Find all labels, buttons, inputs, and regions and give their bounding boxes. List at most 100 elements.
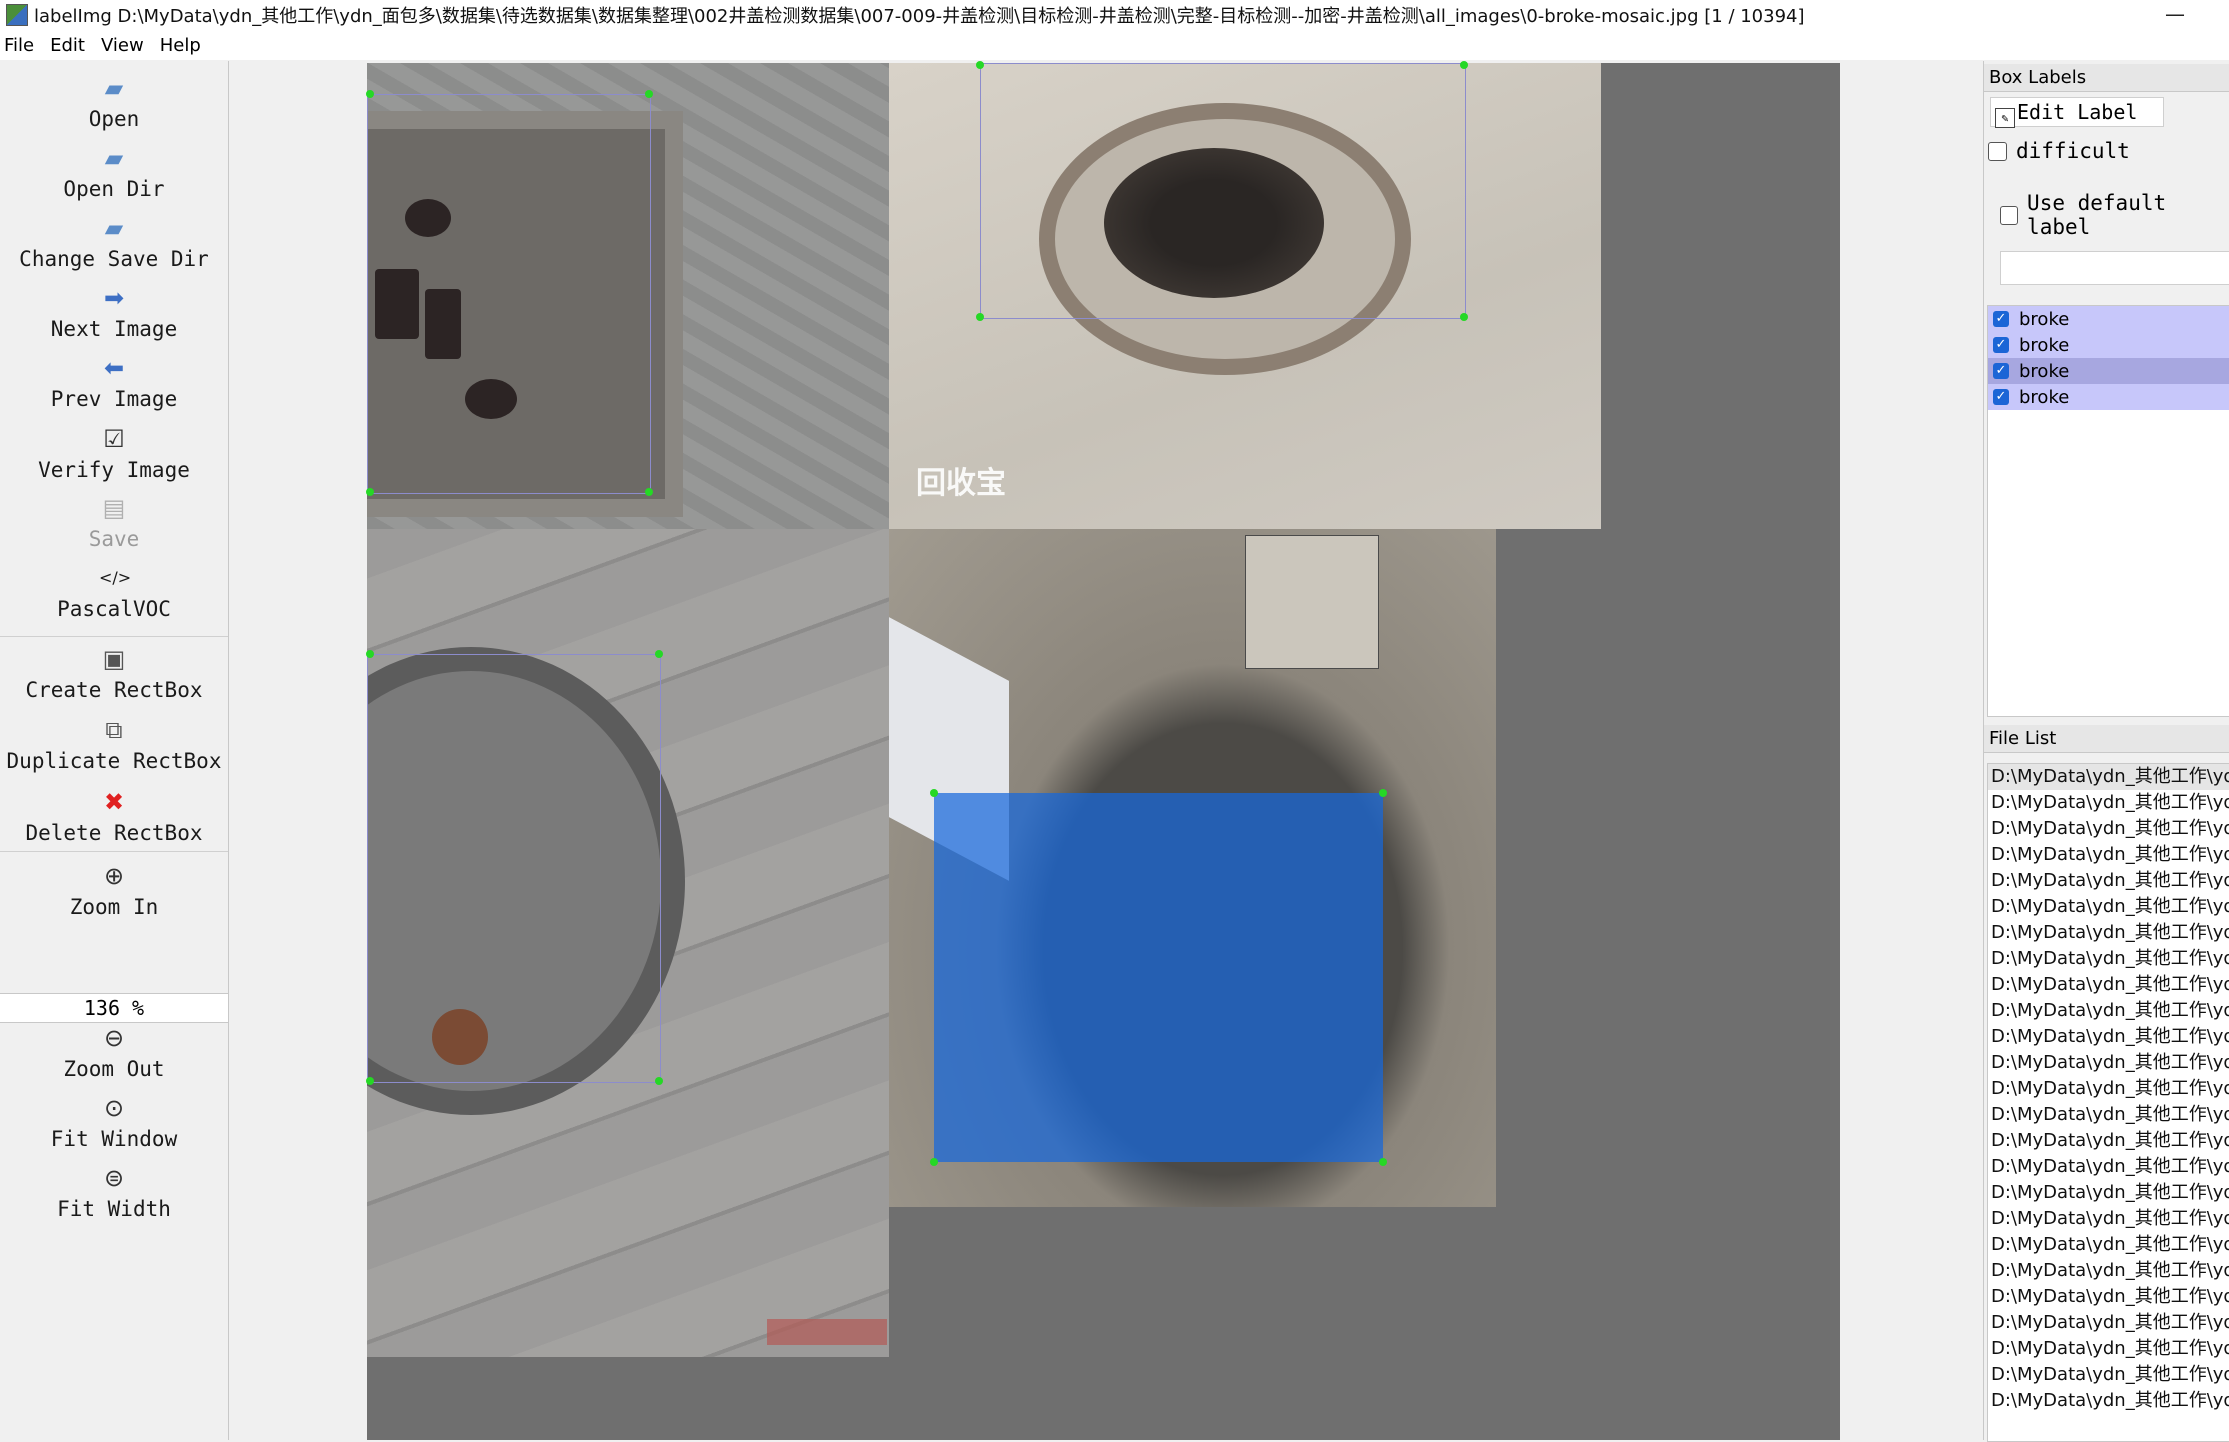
title-bar: labelImg D:\MyData\ydn_其他工作\ydn_面包多\数据集\… [0,0,2229,30]
label-list[interactable]: ✓ broke ✓ broke ✓ broke ✓ broke [1987,305,2229,717]
delete-rectbox-button[interactable]: ✖ Delete RectBox [0,787,228,845]
difficult-checkbox[interactable]: difficult [1988,139,2130,163]
file-list-item[interactable]: D:\MyData\ydn_其他工作\yd [1988,1388,2229,1414]
default-label-input[interactable] [2000,251,2229,285]
save-icon: ▤ [102,494,126,522]
checked-icon[interactable]: ✓ [1993,363,2009,379]
vertex-handle[interactable] [366,90,374,98]
folder-open-icon: ▰ [104,74,124,102]
file-list-item[interactable]: D:\MyData\ydn_其他工作\yd [1988,816,2229,842]
code-icon: </> [99,568,132,587]
vertex-handle[interactable] [366,488,374,496]
open-dir-button[interactable]: ▰ Open Dir [0,143,228,201]
file-list-item[interactable]: D:\MyData\ydn_其他工作\yd [1988,972,2229,998]
fit-width-button[interactable]: ⊜ Fit Width [0,1163,228,1221]
menu-help[interactable]: Help [156,35,213,56]
selected-bounding-box[interactable] [934,793,1383,1162]
folder-open-icon: ▰ [104,144,124,172]
label-list-item[interactable]: ✓ broke [1988,384,2229,410]
zoom-value-field[interactable]: 136 % [0,993,228,1023]
vertex-handle[interactable] [366,1077,374,1085]
file-list-item[interactable]: D:\MyData\ydn_其他工作\yd [1988,1128,2229,1154]
bounding-box[interactable] [367,654,661,1083]
label-text: broke [2019,308,2070,330]
edit-label-button[interactable]: ✎ Edit Label [1990,97,2164,128]
file-list-item[interactable]: D:\MyData\ydn_其他工作\yd [1988,1284,2229,1310]
label-list-item[interactable]: ✓ broke [1988,332,2229,358]
bounding-box[interactable] [980,63,1466,319]
file-list-item[interactable]: D:\MyData\ydn_其他工作\yd [1988,894,2229,920]
next-image-label: Next Image [50,317,178,341]
file-list[interactable]: D:\MyData\ydn_其他工作\yd D:\MyData\ydn_其他工作\… [1987,763,2229,1442]
fit-window-label: Fit Window [50,1127,178,1151]
file-list-item[interactable]: D:\MyData\ydn_其他工作\yd [1988,1180,2229,1206]
use-default-label-checkbox[interactable]: Use default label [2000,191,2229,239]
image-canvas[interactable]: 回收宝 [229,61,1976,1440]
file-list-item[interactable]: D:\MyData\ydn_其他工作\yd [1988,1024,2229,1050]
vertex-handle[interactable] [645,488,653,496]
change-save-dir-label: Change Save Dir [19,247,209,271]
vertex-handle[interactable] [1460,61,1468,69]
bounding-box[interactable] [367,94,651,494]
menu-file[interactable]: File [0,35,46,56]
checked-icon[interactable]: ✓ [1993,337,2009,353]
label-list-item-selected[interactable]: ✓ broke [1988,358,2229,384]
fit-width-icon: ⊜ [103,1164,125,1192]
right-dock: Box Labels ✎ Edit Label difficult Use def… [1983,61,2229,1442]
vertex-handle[interactable] [930,789,938,797]
file-list-item[interactable]: D:\MyData\ydn_其他工作\yd [1988,920,2229,946]
file-list-title: File List [1984,725,2229,753]
file-list-item[interactable]: D:\MyData\ydn_其他工作\yd [1988,764,2229,790]
file-list-item[interactable]: D:\MyData\ydn_其他工作\yd [1988,1258,2229,1284]
label-list-item[interactable]: ✓ broke [1988,306,2229,332]
file-list-item[interactable]: D:\MyData\ydn_其他工作\yd [1988,1336,2229,1362]
vertex-handle[interactable] [1460,313,1468,321]
file-list-item[interactable]: D:\MyData\ydn_其他工作\yd [1988,1362,2229,1388]
file-list-item[interactable]: D:\MyData\ydn_其他工作\yd [1988,1206,2229,1232]
difficult-check-icon [1988,141,2007,161]
file-list-item[interactable]: D:\MyData\ydn_其他工作\yd [1988,1102,2229,1128]
fit-window-button[interactable]: ⊙ Fit Window [0,1093,228,1151]
file-list-item[interactable]: D:\MyData\ydn_其他工作\yd [1988,1076,2229,1102]
minimize-button[interactable]: — [2165,2,2185,26]
zoom-in-button[interactable]: ⊕ Zoom In [0,861,228,919]
use-default-check-icon [2000,205,2019,225]
vertex-handle[interactable] [655,650,663,658]
vertex-handle[interactable] [930,1158,938,1166]
zoom-in-label: Zoom In [69,895,159,919]
file-list-item[interactable]: D:\MyData\ydn_其他工作\yd [1988,1050,2229,1076]
duplicate-rectbox-button[interactable]: ⧉ Duplicate RectBox [0,715,228,773]
create-rectbox-label: Create RectBox [25,678,203,702]
verify-image-button[interactable]: ☑ Verify Image [0,424,228,482]
vertex-handle[interactable] [976,61,984,69]
vertex-handle[interactable] [1379,789,1387,797]
vertex-handle[interactable] [976,313,984,321]
file-list-item[interactable]: D:\MyData\ydn_其他工作\yd [1988,842,2229,868]
change-save-dir-button[interactable]: ▰ Change Save Dir [0,213,228,271]
menu-edit[interactable]: Edit [46,35,97,56]
vertex-handle[interactable] [366,650,374,658]
next-image-button[interactable]: ➡ Next Image [0,283,228,341]
file-list-item[interactable]: D:\MyData\ydn_其他工作\yd [1988,1232,2229,1258]
menu-view[interactable]: View [97,35,156,56]
zoom-out-button[interactable]: ⊖ Zoom Out [0,1023,228,1081]
checked-icon[interactable]: ✓ [1993,311,2009,327]
file-list-item[interactable]: D:\MyData\ydn_其他工作\yd [1988,868,2229,894]
file-list-item[interactable]: D:\MyData\ydn_其他工作\yd [1988,998,2229,1024]
save-button[interactable]: ▤ Save [0,493,228,551]
open-button[interactable]: ▰ Open [0,73,228,131]
save-label: Save [88,527,140,551]
vertex-handle[interactable] [645,90,653,98]
vertex-handle[interactable] [655,1077,663,1085]
file-list-item[interactable]: D:\MyData\ydn_其他工作\yd [1988,1310,2229,1336]
prev-image-button[interactable]: ⬅ Prev Image [0,353,228,411]
vertex-handle[interactable] [1379,1158,1387,1166]
create-rectbox-button[interactable]: ▣ Create RectBox [0,644,228,702]
label-text: broke [2019,334,2070,356]
file-list-item[interactable]: D:\MyData\ydn_其他工作\yd [1988,790,2229,816]
arrow-right-icon: ➡ [103,284,125,312]
checked-icon[interactable]: ✓ [1993,389,2009,405]
format-button[interactable]: </> PascalVOC [0,563,228,621]
file-list-item[interactable]: D:\MyData\ydn_其他工作\yd [1988,1154,2229,1180]
file-list-item[interactable]: D:\MyData\ydn_其他工作\yd [1988,946,2229,972]
